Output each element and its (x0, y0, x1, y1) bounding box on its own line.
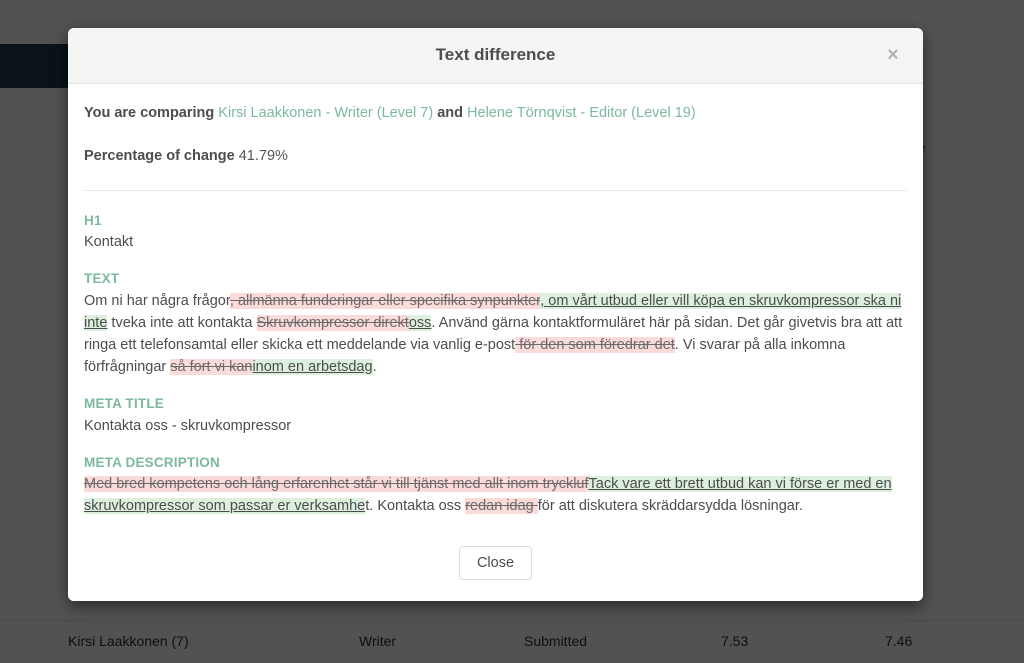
comparison-conjunction: and (433, 105, 468, 121)
diff-segment-equal: för att diskutera skräddarsydda lösninga… (537, 498, 803, 515)
comparison-prefix: You are comparing (84, 105, 219, 121)
diff-segment-equal: tveka inte att kontakta (107, 314, 257, 331)
diff-field-list: H1 Kontakt TEXT Om ni har några frågor, all… (84, 211, 907, 518)
diff-field-label: H1 (84, 212, 102, 228)
diff-segment-equal: Kontakta oss - skruvkompressor (84, 417, 292, 434)
diff-segment-delete: , allmänna funderingar eller specifika s… (229, 292, 541, 309)
diff-field-body: Kontakt (84, 231, 907, 253)
percentage-label: Percentage of change (84, 147, 239, 164)
percentage-value: 41.79% (238, 147, 288, 164)
diff-field-body: Kontakta oss - skruvkompressor (84, 415, 907, 437)
modal-header: Text difference × (68, 28, 923, 84)
comparison-statement: You are comparing Kirsi Laakkonen - Writ… (84, 104, 907, 123)
modal-title: Text difference (435, 45, 556, 64)
diff-segment-delete: så fort vi kan (170, 358, 253, 375)
diff-segment-delete: redan idag (465, 498, 538, 515)
diff-segment-equal: . (372, 358, 377, 375)
diff-segment-equal: Om ni har några frågor (84, 292, 230, 309)
text-difference-modal: Text difference × You are comparing Kirs… (68, 28, 923, 601)
diff-segment-delete: för den som föredrar det (515, 336, 675, 353)
comparison-right-version[interactable]: Helene Törnqvist - Editor (Level 19) (467, 105, 696, 121)
diff-field-body: Om ni har några frågor, allmänna funderi… (84, 290, 907, 378)
diff-field-body: Med bred kompetens och lång erfarenhet s… (84, 473, 907, 517)
diff-segment-delete: Skruvkompressor direkt (256, 314, 409, 331)
divider (84, 189, 907, 191)
modal-footer: Close (68, 525, 923, 601)
diff-segment-insert: inom en arbetsdag (252, 358, 373, 375)
diff-field-label: META TITLE (84, 395, 164, 411)
diff-segment-equal: Kontakt (84, 234, 134, 251)
diff-field-label: TEXT (84, 271, 120, 287)
diff-segment-insert: oss (408, 314, 432, 331)
percentage-of-change: Percentage of change 41.79% (84, 147, 907, 166)
diff-field-label: META DESCRIPTION (84, 454, 220, 470)
close-button[interactable]: Close (458, 546, 533, 580)
modal-body: You are comparing Kirsi Laakkonen - Writ… (68, 84, 923, 525)
comparison-left-version[interactable]: Kirsi Laakkonen - Writer (Level 7) (218, 105, 433, 121)
diff-segment-equal: t. Kontakta oss (365, 498, 466, 515)
close-icon[interactable]: × (880, 42, 906, 68)
diff-segment-delete: Med bred kompetens och lång erfarenhet s… (84, 476, 589, 493)
